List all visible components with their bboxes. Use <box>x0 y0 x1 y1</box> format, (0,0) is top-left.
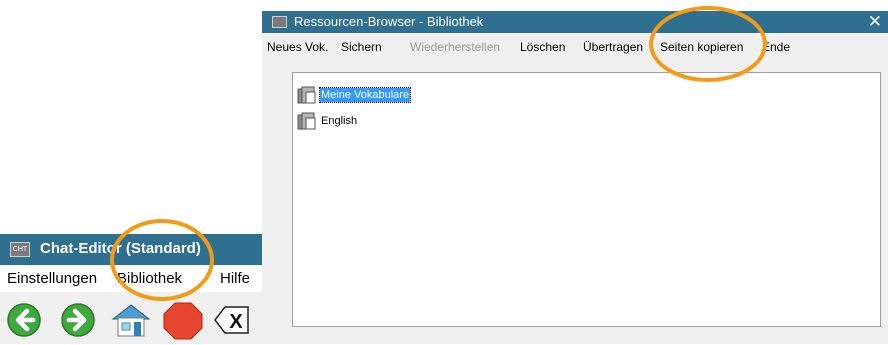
chat-editor-window: CHT Chat-Editor (Standard) Einstellungen… <box>0 234 262 344</box>
menu-wiederherstellen[interactable]: Wiederherstellen <box>410 40 500 54</box>
forward-arrow-icon <box>61 303 95 337</box>
resource-browser-window: Ressourcen-Browser - Bibliothek ✕ Neues … <box>262 11 888 344</box>
home-icon <box>111 304 151 337</box>
delete-glyph: X <box>229 311 243 333</box>
stop-button[interactable] <box>163 302 203 340</box>
menu-uebertragen[interactable]: Übertragen <box>583 40 643 54</box>
delete-button[interactable]: X <box>214 302 250 338</box>
chat-editor-menubar: Einstellungen Bibliothek Hilfe <box>0 266 262 292</box>
resource-browser-titlebar: Ressourcen-Browser - Bibliothek ✕ <box>262 11 888 33</box>
resource-browser-menubar: Neues Vok. Sichern Wiederherstellen Lösc… <box>262 34 888 60</box>
menu-einstellungen[interactable]: Einstellungen <box>7 270 97 287</box>
list-item-label: English <box>321 115 358 127</box>
menu-hilfe[interactable]: Hilfe <box>220 270 250 287</box>
delete-icon: X <box>214 306 249 334</box>
home-button[interactable] <box>110 302 152 338</box>
close-button[interactable]: ✕ <box>868 12 882 31</box>
back-button[interactable] <box>6 302 42 338</box>
back-arrow-icon <box>7 303 41 337</box>
chat-editor-title: Chat-Editor (Standard) <box>40 240 201 257</box>
chat-editor-toolbar: X <box>0 294 262 344</box>
menu-neues-vok[interactable]: Neues Vok. <box>267 40 328 54</box>
library-icon <box>297 86 316 104</box>
library-icon <box>297 112 316 130</box>
menu-seiten-kopieren[interactable]: Seiten kopieren <box>660 40 743 54</box>
menu-loeschen[interactable]: Löschen <box>520 40 565 54</box>
menu-bibliothek[interactable]: Bibliothek <box>117 270 182 287</box>
menu-sichern[interactable]: Sichern <box>341 40 382 54</box>
list-item-label: Meine Vokabulare <box>318 87 412 103</box>
chat-editor-titlebar: CHT Chat-Editor (Standard) <box>0 234 262 265</box>
browser-app-icon <box>272 16 287 28</box>
library-list[interactable]: Meine Vokabulare English <box>292 72 881 327</box>
forward-button[interactable] <box>60 302 96 338</box>
chat-app-icon: CHT <box>10 242 30 257</box>
resource-browser-title: Ressourcen-Browser - Bibliothek <box>294 14 484 29</box>
stop-icon <box>163 302 203 340</box>
menu-ende[interactable]: Ende <box>762 40 790 54</box>
